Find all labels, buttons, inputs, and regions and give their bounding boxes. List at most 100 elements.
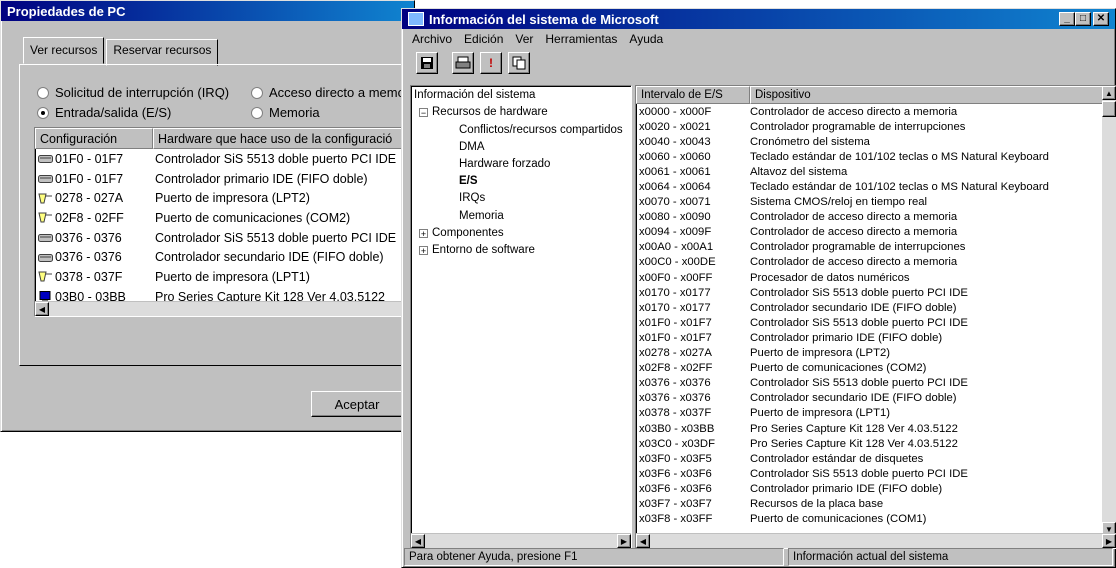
table-row[interactable]: x0170 - x0177 Controlador SiS 5513 doble …	[636, 285, 1116, 300]
table-row[interactable]: x03F0 - x03F5 Controlador estándar de dis…	[636, 451, 1116, 466]
menu-ayuda[interactable]: Ayuda	[629, 32, 663, 46]
io-resource-list[interactable]: Intervalo de E/S Dispositivo x0000 - x00…	[635, 85, 1116, 549]
vertical-scrollbar[interactable]: ▲ ▼	[1102, 86, 1116, 536]
table-row[interactable]: 0376 - 0376 Controlador secundario IDE (F…	[35, 247, 423, 267]
table-row[interactable]: x03C0 - x03DF Pro Series Capture Kit 128 …	[636, 436, 1116, 451]
table-row[interactable]: 01F0 - 01F7 Controlador primario IDE (FIF…	[35, 169, 423, 189]
expand-icon[interactable]: +	[419, 228, 428, 238]
cell-device: Teclado estándar de 101/102 teclas o MS …	[750, 181, 1049, 194]
table-row[interactable]: x0376 - x0376 Controlador secundario IDE …	[636, 391, 1116, 406]
cell-interval: x0040 - x0043	[639, 135, 711, 148]
table-row[interactable]: x0000 - x000F Controlador de acceso direc…	[636, 104, 1116, 119]
save-icon[interactable]	[416, 52, 438, 74]
tree-item-memory[interactable]: Memoria	[459, 210, 504, 222]
table-row[interactable]: x0070 - x0071 Sistema CMOS/reloj en tiemp…	[636, 195, 1116, 210]
port-icon	[38, 193, 53, 204]
table-row[interactable]: 02F8 - 02FF Puerto de comunicaciones (COM…	[35, 208, 423, 228]
tree-item-irqs[interactable]: IRQs	[459, 192, 485, 204]
menu-herramientas[interactable]: Herramientas	[545, 32, 617, 46]
column-header-hardware[interactable]: Hardware que hace uso de la configuració	[153, 128, 423, 149]
table-row[interactable]: 0376 - 0376 Controlador SiS 5513 doble pu…	[35, 228, 423, 248]
scroll-right-button[interactable]: ▶	[617, 534, 631, 548]
column-header-interval[interactable]: Intervalo de E/S	[636, 86, 750, 104]
radio-mem[interactable]: Memoria	[251, 105, 320, 120]
expand-icon[interactable]: +	[419, 245, 428, 255]
tab-reservar-recursos[interactable]: Reservar recursos	[106, 39, 219, 66]
scroll-right-button[interactable]: ▶	[1102, 534, 1116, 548]
range-text: 0378 - 037F	[55, 269, 123, 284]
table-row[interactable]: x0094 - x009F Controlador de acceso direc…	[636, 225, 1116, 240]
ok-button[interactable]: Aceptar	[311, 391, 403, 417]
scroll-left-button[interactable]: ◀	[411, 534, 425, 548]
tree-item-software[interactable]: + Entorno de software	[419, 244, 535, 256]
cell-device: Controlador de acceso directo a memoria	[750, 256, 958, 269]
resource-list[interactable]: Configuración Hardware que hace uso de l…	[34, 127, 424, 317]
category-tree[interactable]: Información del sistema − Recursos de ha…	[410, 85, 632, 549]
table-row[interactable]: x02F8 - x02FF Puerto de comunicaciones (C…	[636, 361, 1116, 376]
tree-item-hardware[interactable]: − Recursos de hardware	[419, 106, 548, 118]
table-row[interactable]: x03B0 - x03BB Pro Series Capture Kit 128 …	[636, 421, 1116, 436]
tree-item-components[interactable]: + Componentes	[419, 227, 504, 239]
collapse-icon[interactable]: −	[419, 107, 428, 117]
table-row[interactable]: 01F0 - 01F7 Controlador SiS 5513 doble pu…	[35, 149, 423, 169]
table-row[interactable]: x0080 - x0090 Controlador de acceso direc…	[636, 210, 1116, 225]
maximize-icon[interactable]: □	[1075, 12, 1091, 26]
table-row[interactable]: 0378 - 037F Puerto de impresora (LPT1)	[35, 267, 423, 287]
tree-item-dma[interactable]: DMA	[459, 141, 485, 153]
table-row[interactable]: x0376 - x0376 Controlador SiS 5513 doble …	[636, 376, 1116, 391]
table-row[interactable]: x00C0 - x00DE Controlador de acceso direc…	[636, 255, 1116, 270]
cell-device: Controlador primario IDE (FIFO doble)	[155, 171, 368, 186]
radio-dma[interactable]: Acceso directo a memo	[251, 85, 405, 100]
cell-interval: x03B0 - x03BB	[639, 422, 715, 435]
cell-interval: x03F7 - x03F7	[639, 497, 712, 510]
system-info-titlebar[interactable]: Información del sistema de Microsoft _ □…	[402, 9, 1115, 29]
table-row[interactable]: 0278 - 027A Puerto de impresora (LPT2)	[35, 188, 423, 208]
horizontal-scrollbar[interactable]: ◀ ▶	[636, 533, 1116, 548]
tree-item-conflicts[interactable]: Conflictos/recursos compartidos	[459, 124, 623, 136]
cell-interval: x0378 - x037F	[639, 407, 712, 420]
table-row[interactable]: x01F0 - x01F7 Controlador primario IDE (F…	[636, 330, 1116, 345]
radio-label-io: Entrada/salida (E/S)	[55, 105, 172, 120]
scroll-left-button[interactable]: ◀	[35, 302, 49, 316]
table-row[interactable]: x0061 - x0061 Altavoz del sistema	[636, 164, 1116, 179]
table-row[interactable]: x03F6 - x03F6 Controlador primario IDE (F…	[636, 481, 1116, 496]
print-icon[interactable]	[452, 52, 474, 74]
disk-controller-icon	[38, 232, 53, 243]
table-row[interactable]: x00F0 - x00FF Procesador de datos numéric…	[636, 270, 1116, 285]
table-row[interactable]: x01F0 - x01F7 Controlador SiS 5513 doble …	[636, 315, 1116, 330]
table-row[interactable]: x0278 - x027A Puerto de impresora (LPT2)	[636, 346, 1116, 361]
table-row[interactable]: x03F6 - x03F6 Controlador SiS 5513 doble …	[636, 466, 1116, 481]
table-row[interactable]: x03F7 - x03F7 Recursos de la placa base	[636, 496, 1116, 511]
table-row[interactable]: x00A0 - x00A1 Controlador programable de …	[636, 240, 1116, 255]
table-row[interactable]: x0060 - x0060 Teclado estándar de 101/102…	[636, 149, 1116, 164]
table-row[interactable]: x03F8 - x03FF Puerto de comunicaciones (C…	[636, 512, 1116, 527]
cell-range: 01F0 - 01F7	[35, 172, 153, 186]
scroll-up-button[interactable]: ▲	[1102, 86, 1116, 100]
scroll-left-button[interactable]: ◀	[636, 534, 650, 548]
close-icon[interactable]: ✕	[1093, 12, 1109, 26]
table-row[interactable]: x0020 - x0021 Controlador programable de …	[636, 119, 1116, 134]
menu-edicion[interactable]: Edición	[464, 32, 503, 46]
table-row[interactable]: x0378 - x037F Puerto de impresora (LPT1)	[636, 406, 1116, 421]
copy-icon[interactable]	[508, 52, 530, 74]
tree-item-root[interactable]: Información del sistema	[414, 89, 535, 101]
horizontal-scrollbar[interactable]: ◀	[35, 301, 423, 316]
cell-device: Recursos de la placa base	[750, 497, 884, 510]
scroll-thumb[interactable]	[1102, 101, 1116, 117]
tab-ver-recursos[interactable]: Ver recursos	[23, 37, 105, 64]
radio-io[interactable]: Entrada/salida (E/S)	[37, 105, 171, 120]
table-row[interactable]: x0170 - x0177 Controlador secundario IDE …	[636, 300, 1116, 315]
menu-ver[interactable]: Ver	[515, 32, 533, 46]
exclamation-icon[interactable]: !	[480, 52, 502, 74]
pc-properties-titlebar[interactable]: Propiedades de PC	[1, 1, 414, 21]
column-header-device[interactable]: Dispositivo	[750, 86, 1116, 104]
menu-archivo[interactable]: Archivo	[412, 32, 452, 46]
column-header-config[interactable]: Configuración	[35, 128, 153, 149]
horizontal-scrollbar[interactable]: ◀ ▶	[411, 533, 631, 548]
table-row[interactable]: x0064 - x0064 Teclado estándar de 101/102…	[636, 179, 1116, 194]
table-row[interactable]: x0040 - x0043 Cronómetro del sistema	[636, 134, 1116, 149]
tree-item-io-selected[interactable]: E/S	[459, 175, 478, 187]
minimize-icon[interactable]: _	[1059, 12, 1075, 26]
tree-item-forced-hardware[interactable]: Hardware forzado	[459, 158, 550, 170]
radio-irq[interactable]: Solicitud de interrupción (IRQ)	[37, 85, 229, 100]
